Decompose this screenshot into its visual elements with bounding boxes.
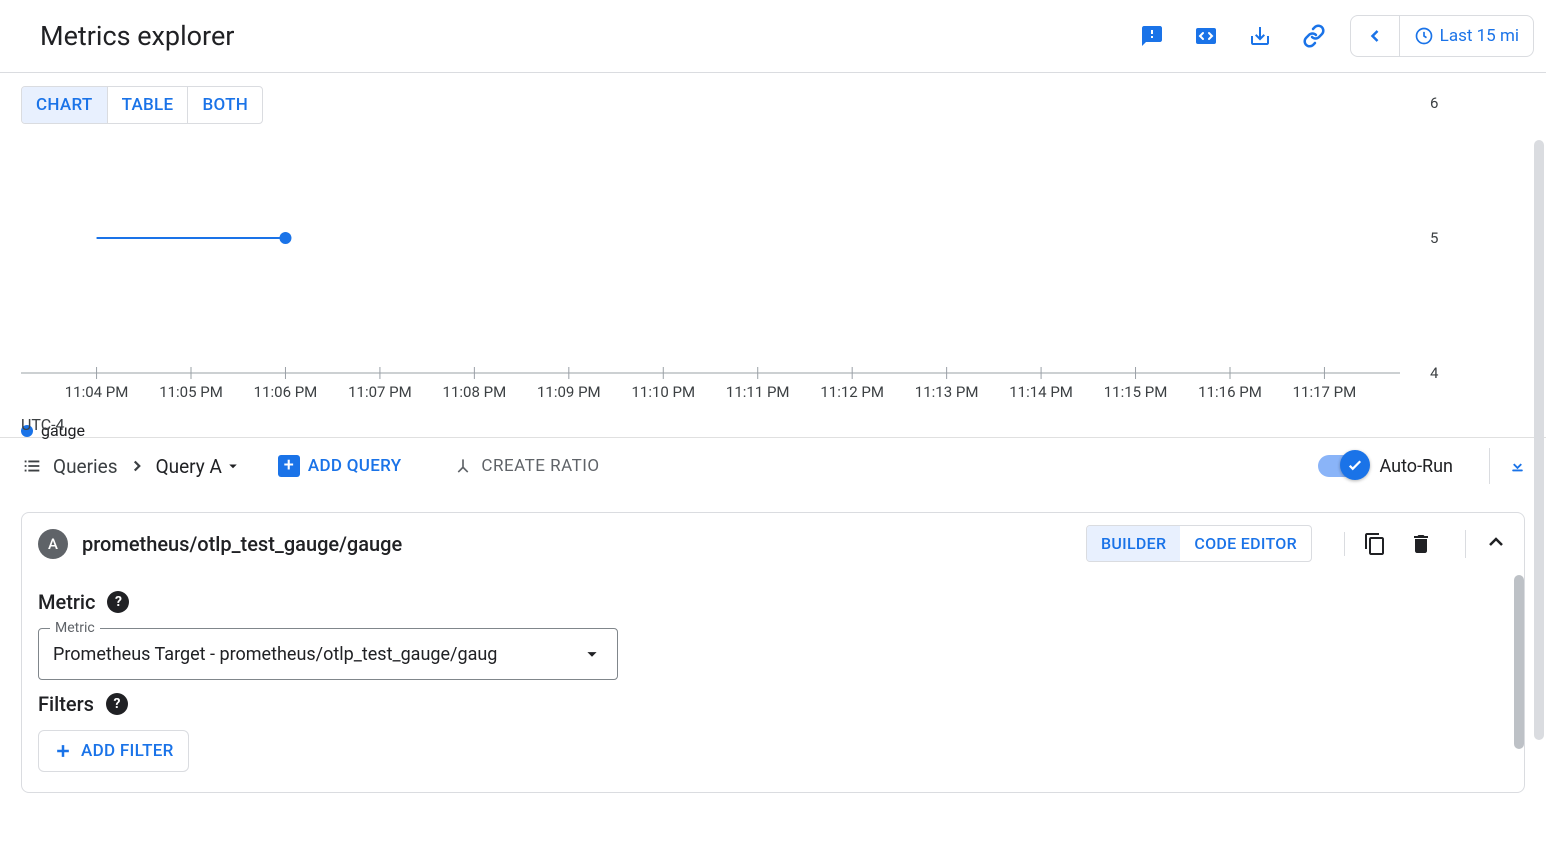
main-content: CHART TABLE BOTH 4 5 6 11:04 PM 11:05 PM 11:0… [0,72,1546,793]
page-title: Metrics explorer [40,20,234,52]
query-badge: A [38,529,68,559]
metric-float-label: Metric [50,620,100,636]
add-query-button[interactable]: + ADD QUERY [278,455,402,477]
svg-text:11:05 PM: 11:05 PM [159,383,223,401]
query-title: prometheus/otlp_test_gauge/gauge [82,532,1072,556]
code-editor-tab[interactable]: CODE EDITOR [1180,526,1311,561]
metric-selector[interactable]: Metric Prometheus Target - prometheus/ot… [38,628,618,680]
collapse-query-button[interactable] [1465,530,1508,558]
queries-label[interactable]: Queries [53,455,118,478]
code-icon[interactable] [1188,18,1224,54]
svg-text:11:17 PM: 11:17 PM [1293,383,1357,401]
metric-value: Prometheus Target - prometheus/otlp_test… [53,644,581,665]
svg-text:11:14 PM: 11:14 PM [1009,383,1073,401]
auto-run-toggle: Auto-Run [1318,455,1453,477]
query-panel: A prometheus/otlp_test_gauge/gauge BUILD… [21,512,1525,793]
list-icon [21,455,43,477]
query-body: Metric ? Metric Prometheus Target - prom… [22,574,1524,792]
time-range-prev-button[interactable] [1351,16,1400,56]
query-actions [1344,532,1433,556]
svg-text:11:07 PM: 11:07 PM [348,383,412,401]
auto-run-switch[interactable] [1318,455,1368,477]
time-range-selector: Last 15 mi [1350,15,1534,57]
svg-text:4: 4 [1430,364,1439,382]
page-header: Metrics explorer Last 15 mi [0,0,1546,72]
chevron-right-icon [128,457,146,475]
help-icon[interactable]: ? [107,591,129,613]
metric-section-label: Metric ? [38,590,1508,614]
link-icon[interactable] [1296,18,1332,54]
feedback-icon[interactable] [1134,18,1170,54]
download-icon[interactable] [1242,18,1278,54]
auto-run-label: Auto-Run [1380,456,1453,477]
queries-toolbar: Queries Query A + ADD QUERY CREATE RATIO… [0,437,1546,494]
tab-table[interactable]: TABLE [108,87,189,123]
arrow-drop-down-icon [581,643,603,665]
plus-icon [53,741,73,761]
builder-tab[interactable]: BUILDER [1087,526,1180,561]
time-range-button[interactable]: Last 15 mi [1400,16,1533,56]
time-range-label: Last 15 mi [1440,26,1519,46]
copy-icon[interactable] [1363,532,1387,556]
delete-icon[interactable] [1409,532,1433,556]
svg-text:6: 6 [1430,94,1438,112]
svg-text:11:04 PM: 11:04 PM [65,383,129,401]
svg-text:11:06 PM: 11:06 PM [254,383,318,401]
chart-legend: gauge [21,421,1546,440]
plus-icon: + [278,455,300,477]
query-breadcrumb: Queries Query A [21,455,242,478]
svg-text:5: 5 [1430,229,1438,247]
query-header: A prometheus/otlp_test_gauge/gauge BUILD… [22,513,1524,574]
chart-svg: 4 5 6 11:04 PM 11:05 PM 11:06 PM 11:07 PM 11:08… [0,93,1460,413]
svg-text:11:16 PM: 11:16 PM [1198,383,1262,401]
view-tabs: CHART TABLE BOTH [21,86,263,124]
tab-chart[interactable]: CHART [22,87,108,123]
current-query-dropdown[interactable]: Query A [156,455,242,478]
svg-text:11:13 PM: 11:13 PM [915,383,979,401]
chart-area: 4 5 6 11:04 PM 11:05 PM 11:06 PM 11:07 PM 11:08… [0,73,1546,413]
editor-mode-toggle: BUILDER CODE EDITOR [1086,525,1312,562]
svg-text:11:08 PM: 11:08 PM [443,383,507,401]
arrow-drop-down-icon [224,457,242,475]
svg-text:11:12 PM: 11:12 PM [820,383,884,401]
panel-scrollbar[interactable] [1514,575,1524,749]
timezone-label: UTC-4 [21,415,65,434]
svg-text:11:11 PM: 11:11 PM [726,383,790,401]
merge-icon [453,456,473,476]
add-filter-button[interactable]: ADD FILTER [38,730,189,772]
tab-both[interactable]: BOTH [188,87,262,123]
filters-section-label: Filters ? [38,692,1508,716]
collapse-all-button[interactable] [1489,448,1525,484]
page-scrollbar[interactable] [1534,140,1544,740]
create-ratio-button[interactable]: CREATE RATIO [453,456,599,476]
help-icon[interactable]: ? [106,693,128,715]
svg-text:11:10 PM: 11:10 PM [631,383,695,401]
svg-text:11:15 PM: 11:15 PM [1104,383,1168,401]
svg-text:11:09 PM: 11:09 PM [537,383,601,401]
header-actions: Last 15 mi [1134,15,1534,57]
